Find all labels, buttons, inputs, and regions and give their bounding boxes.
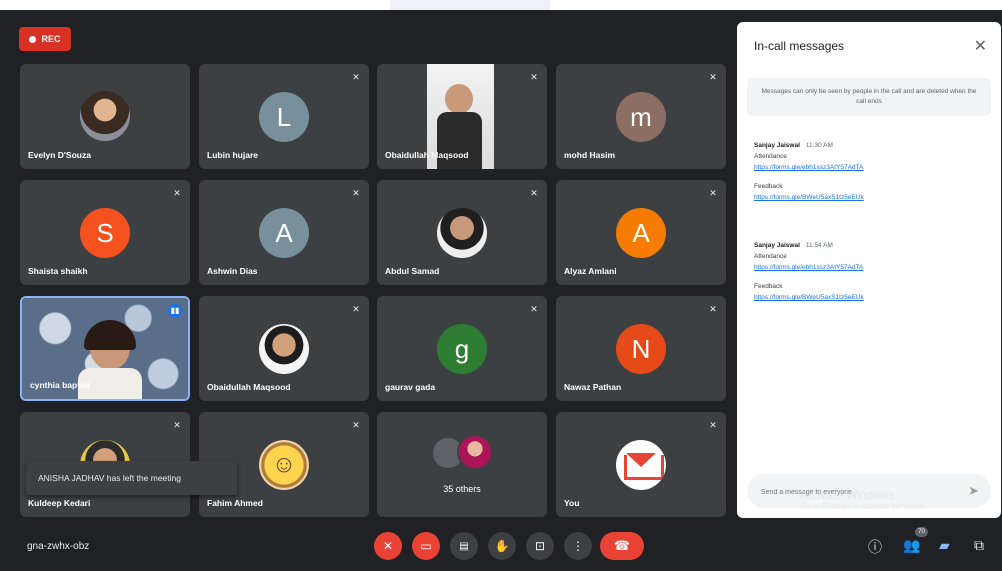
- chat-panel-title: In-call messages: [754, 39, 845, 53]
- raise-hand-icon[interactable]: ✋: [488, 532, 516, 560]
- participant-name: Obaidullah Maqsood: [385, 150, 469, 160]
- participant-tile[interactable]: A ✕ Alyaz Amlani: [556, 180, 726, 285]
- message-sender: Sanjay Jaiswal: [754, 142, 800, 149]
- watermark-line1: Activate Windows: [800, 488, 895, 502]
- participant-name: Alyaz Amlani: [564, 266, 617, 276]
- feedback-link[interactable]: https://forms.gle/BWeU5axS1tz5eEUk: [754, 294, 864, 301]
- others-count: 35 others: [443, 484, 481, 494]
- activate-windows-watermark: Activate Windows Go to Settings to activ…: [800, 488, 926, 512]
- mic-muted-icon: ✕: [173, 420, 181, 430]
- participant-name: Ashwin Dias: [207, 266, 258, 276]
- speaking-indicator-icon: ▮▮: [168, 304, 182, 318]
- chat-notice: Messages can only be seen by people in t…: [747, 78, 991, 116]
- smiley-avatar-icon: ☺: [259, 440, 309, 490]
- feedback-link[interactable]: https://forms.gle/BWeU5axS1tz5eEUk: [754, 194, 864, 201]
- chat-message: Sanjay Jaiswal 11:30 AM Attendance https:…: [754, 142, 864, 201]
- participant-name: mohd Hasim: [564, 150, 616, 160]
- avatar: m: [616, 92, 666, 142]
- more-icon[interactable]: ⋮: [564, 532, 592, 560]
- participant-tile[interactable]: A ✕ Ashwin Dias: [199, 180, 369, 285]
- message-sender: Sanjay Jaiswal: [754, 242, 800, 249]
- participant-tile[interactable]: S ✕ Shaista shaikh: [20, 180, 190, 285]
- info-icon[interactable]: ⓘ: [868, 537, 882, 557]
- header-logo-strip: [390, 0, 550, 10]
- mic-muted-icon: ✕: [709, 72, 717, 82]
- message-time: 11:54 AM: [805, 242, 833, 249]
- mic-muted-icon: ✕: [709, 420, 717, 430]
- avatar: S: [80, 208, 130, 258]
- avatar: A: [259, 208, 309, 258]
- mic-muted-icon: ✕: [352, 72, 360, 82]
- leave-notification-toast: ANISHA JADHAV has left the meeting: [26, 461, 237, 495]
- avatar: A: [616, 208, 666, 258]
- record-dot-icon: [29, 35, 37, 43]
- participant-tile[interactable]: m ✕ mohd Hasim: [556, 64, 726, 169]
- mic-muted-icon: ✕: [530, 72, 538, 82]
- participant-name: Abdul Samad: [385, 266, 440, 276]
- activities-icon[interactable]: ⧉: [974, 537, 984, 554]
- participant-tile[interactable]: ✕ Obaidullah Maqsood: [199, 296, 369, 401]
- avatar: [80, 91, 130, 141]
- participant-name: Kuldeep Kedari: [28, 498, 91, 508]
- participant-tile-others[interactable]: 35 others: [377, 412, 547, 517]
- message-label: Attendance: [754, 153, 787, 160]
- participant-name: Fahim Ahmed: [207, 498, 263, 508]
- participant-name: cynthia baptist: [30, 380, 90, 390]
- participant-name: Shaista shaikh: [28, 266, 88, 276]
- message-label: Feedback: [754, 283, 783, 290]
- mic-muted-icon: ✕: [173, 188, 181, 198]
- mic-muted-icon: ✕: [709, 188, 717, 198]
- participant-tile[interactable]: L ✕ Lubin hujare: [199, 64, 369, 169]
- avatar-group: [431, 432, 493, 470]
- participant-tile-self[interactable]: ✕ You: [556, 412, 726, 517]
- mic-muted-icon: ✕: [352, 188, 360, 198]
- mic-off-icon[interactable]: ✕: [374, 532, 402, 560]
- mic-muted-icon: ✕: [530, 304, 538, 314]
- participant-name: gaurav gada: [385, 382, 436, 392]
- send-icon[interactable]: ➤: [968, 483, 979, 499]
- participant-tile[interactable]: Evelyn D'Souza: [20, 64, 190, 169]
- avatar: g: [437, 324, 487, 374]
- avatar: L: [259, 92, 309, 142]
- mic-muted-icon: ✕: [530, 188, 538, 198]
- phone-hangup-icon[interactable]: ☎: [600, 532, 644, 560]
- participant-name: You: [564, 498, 580, 508]
- avatar: N: [616, 324, 666, 374]
- participant-count-badge: 70: [915, 527, 928, 537]
- message-label: Feedback: [754, 183, 783, 190]
- avatar: [437, 208, 487, 258]
- message-time: 11:30 AM: [805, 142, 833, 149]
- present-icon[interactable]: ⊡: [526, 532, 554, 560]
- chat-icon[interactable]: ▰: [939, 537, 950, 554]
- participant-tile[interactable]: ✕ Abdul Samad: [377, 180, 547, 285]
- participant-tile[interactable]: g ✕ gaurav gada: [377, 296, 547, 401]
- participant-tile[interactable]: N ✕ Nawaz Pathan: [556, 296, 726, 401]
- recording-label: REC: [41, 34, 61, 44]
- participant-name: Evelyn D'Souza: [28, 150, 91, 160]
- recording-badge: REC: [19, 27, 71, 51]
- participant-tile-active-speaker[interactable]: ▮▮ cynthia baptist: [20, 296, 190, 401]
- chat-message: Sanjay Jaiswal 11:54 AM Attendance https:…: [754, 242, 864, 301]
- gmail-icon: [616, 440, 666, 490]
- participant-name: Nawaz Pathan: [564, 382, 622, 392]
- message-label: Attendance: [754, 253, 787, 260]
- captions-icon[interactable]: ▤: [450, 532, 478, 560]
- participant-tile[interactable]: ✕ Obaidullah Maqsood: [377, 64, 547, 169]
- meeting-code: gna-zwhx-obz: [27, 541, 90, 552]
- attendance-link[interactable]: https://forms.gle/ebh1ssz3AtY57AdTA: [754, 264, 864, 271]
- participant-name: Obaidullah Maqsood: [207, 382, 291, 392]
- toast-text: ANISHA JADHAV has left the meeting: [38, 473, 181, 483]
- attendance-link[interactable]: https://forms.gle/ebh1ssz3AtY57AdTA: [754, 164, 864, 171]
- participant-name: Lubin hujare: [207, 150, 258, 160]
- chat-panel: In-call messages ✕ Messages can only be …: [737, 22, 1001, 518]
- mic-muted-icon: ✕: [709, 304, 717, 314]
- people-icon[interactable]: 👥: [903, 537, 920, 554]
- close-icon[interactable]: ✕: [974, 36, 987, 56]
- watermark-line2: Go to Settings to activate Windows.: [800, 502, 927, 512]
- mic-muted-icon: ✕: [352, 420, 360, 430]
- cam-off-icon[interactable]: ▭: [412, 532, 440, 560]
- mic-muted-icon: ✕: [352, 304, 360, 314]
- avatar: [259, 324, 309, 374]
